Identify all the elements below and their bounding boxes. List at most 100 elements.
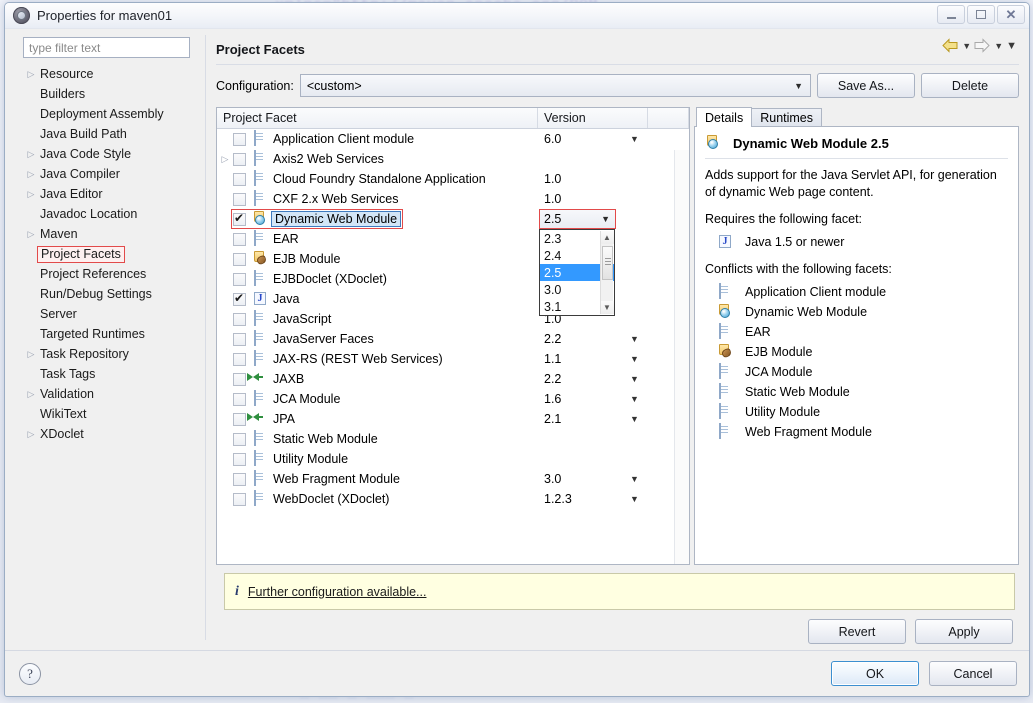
maximize-button[interactable] bbox=[967, 5, 995, 24]
expand-arrow-icon[interactable]: ▷ bbox=[23, 389, 39, 400]
filter-input[interactable]: type filter text bbox=[23, 37, 190, 58]
table-row[interactable]: JavaScript 1.0 bbox=[217, 309, 689, 329]
table-row[interactable]: EJBDoclet (XDoclet) bbox=[217, 269, 689, 289]
table-row-dynamic-web-module[interactable]: Dynamic Web Module 2.5 ▼ 2.3 2.4 2.5 3. bbox=[217, 209, 689, 316]
delete-button[interactable]: Delete bbox=[921, 73, 1019, 98]
facet-checkbox[interactable] bbox=[233, 272, 246, 286]
apply-button[interactable]: Apply bbox=[915, 619, 1013, 644]
facet-checkbox[interactable] bbox=[233, 452, 246, 466]
table-row[interactable]: JCA Module 1.6 ▼ bbox=[217, 389, 689, 409]
tab-runtimes[interactable]: Runtimes bbox=[751, 108, 823, 127]
sidebar-item-deployment-assembly[interactable]: ▷Deployment Assembly bbox=[23, 104, 199, 124]
revert-button[interactable]: Revert bbox=[808, 619, 906, 644]
column-header-version[interactable]: Version bbox=[538, 108, 648, 128]
facet-table-scrollbar[interactable] bbox=[674, 150, 689, 564]
sidebar-item-resource[interactable]: ▷ Resource bbox=[23, 64, 199, 84]
table-row[interactable]: CXF 2.x Web Services 1.0 bbox=[217, 189, 689, 209]
forward-menu-chevron-down-icon[interactable]: ▼ bbox=[994, 41, 1003, 51]
facet-checkbox[interactable] bbox=[233, 372, 246, 386]
pane-divider[interactable] bbox=[205, 35, 206, 640]
sidebar-item-builders[interactable]: ▷Builders bbox=[23, 84, 199, 104]
chevron-down-icon[interactable]: ▼ bbox=[794, 81, 803, 91]
table-row[interactable]: J Java bbox=[217, 289, 689, 309]
facet-checkbox[interactable] bbox=[233, 291, 246, 306]
chevron-down-icon[interactable]: ▼ bbox=[630, 354, 639, 364]
ok-button[interactable]: OK bbox=[831, 661, 919, 686]
sidebar-item-run-debug-settings[interactable]: ▷Run/Debug Settings bbox=[23, 284, 199, 304]
sidebar-item-server[interactable]: ▷Server bbox=[23, 304, 199, 324]
sidebar-item-java-editor[interactable]: ▷ Java Editor bbox=[23, 184, 199, 204]
sidebar-item-xdoclet[interactable]: ▷ XDoclet bbox=[23, 424, 199, 444]
table-row[interactable]: Static Web Module bbox=[217, 429, 689, 449]
expand-arrow-icon[interactable]: ▷ bbox=[23, 189, 39, 200]
table-row[interactable]: EAR bbox=[217, 229, 689, 249]
sidebar-item-targeted-runtimes[interactable]: ▷Targeted Runtimes bbox=[23, 324, 199, 344]
expand-arrow-icon[interactable]: ▷ bbox=[23, 169, 39, 180]
minimize-button[interactable] bbox=[937, 5, 965, 24]
table-row[interactable]: Cloud Foundry Standalone Application 1.0 bbox=[217, 169, 689, 189]
table-row[interactable]: ▷ Axis2 Web Services bbox=[217, 149, 689, 169]
facet-checkbox[interactable] bbox=[233, 132, 246, 146]
sidebar-item-java-build-path[interactable]: ▷Java Build Path bbox=[23, 124, 199, 144]
chevron-down-icon[interactable]: ▼ bbox=[630, 394, 639, 404]
back-arrow-icon[interactable] bbox=[942, 38, 959, 53]
sidebar-item-javadoc-location[interactable]: ▷Javadoc Location bbox=[23, 204, 199, 224]
table-row[interactable]: JAXB 2.2 ▼ bbox=[217, 369, 689, 389]
chevron-down-icon[interactable]: ▼ bbox=[630, 334, 639, 344]
chevron-down-icon[interactable]: ▼ bbox=[601, 214, 610, 224]
facet-row-list[interactable]: Application Client module 6.0 ▼ ▷ Axis2 … bbox=[217, 129, 689, 564]
facet-checkbox[interactable] bbox=[233, 432, 246, 446]
further-configuration-link[interactable]: Further configuration available... bbox=[248, 585, 427, 599]
facet-checkbox[interactable] bbox=[233, 312, 246, 326]
back-menu-chevron-down-icon[interactable]: ▼ bbox=[962, 41, 971, 51]
sidebar-item-java-code-style[interactable]: ▷ Java Code Style bbox=[23, 144, 199, 164]
table-row[interactable]: JavaServer Faces 2.2 ▼ bbox=[217, 329, 689, 349]
expand-arrow-icon[interactable]: ▷ bbox=[23, 229, 39, 240]
facet-checkbox[interactable] bbox=[233, 172, 246, 186]
expand-arrow-icon[interactable]: ▷ bbox=[217, 154, 233, 165]
tab-details[interactable]: Details bbox=[696, 107, 753, 127]
facet-checkbox[interactable] bbox=[233, 492, 246, 506]
chevron-down-icon[interactable]: ▼ bbox=[630, 134, 639, 144]
facet-checkbox[interactable] bbox=[233, 412, 246, 426]
sidebar-item-maven[interactable]: ▷ Maven bbox=[23, 224, 199, 244]
facet-checkbox[interactable] bbox=[233, 232, 246, 246]
chevron-down-icon[interactable]: ▼ bbox=[630, 474, 639, 484]
facet-checkbox[interactable] bbox=[233, 332, 246, 346]
expand-arrow-icon[interactable]: ▷ bbox=[23, 149, 39, 160]
facet-checkbox[interactable] bbox=[233, 152, 246, 166]
chevron-down-icon[interactable]: ▼ bbox=[630, 494, 639, 504]
facet-checkbox[interactable] bbox=[233, 352, 246, 366]
sidebar-item-task-tags[interactable]: ▷Task Tags bbox=[23, 364, 199, 384]
table-row[interactable]: Utility Module bbox=[217, 449, 689, 469]
scroll-up-icon[interactable]: ▲ bbox=[600, 231, 614, 244]
configuration-combo[interactable]: <custom> ▼ bbox=[299, 74, 811, 97]
expand-arrow-icon[interactable]: ▷ bbox=[23, 349, 39, 360]
facet-checkbox[interactable] bbox=[233, 252, 246, 266]
sidebar-item-project-facets[interactable]: ▷Project Facets bbox=[23, 244, 199, 264]
close-button[interactable]: ✕ bbox=[997, 5, 1025, 24]
table-row[interactable]: WebDoclet (XDoclet) 1.2.3 ▼ bbox=[217, 489, 689, 509]
version-combo-editor[interactable]: 2.5 ▼ bbox=[539, 209, 616, 229]
expand-arrow-icon[interactable]: ▷ bbox=[23, 429, 39, 440]
cancel-button[interactable]: Cancel bbox=[929, 661, 1017, 686]
table-row[interactable]: Application Client module 6.0 ▼ bbox=[217, 129, 689, 149]
chevron-down-icon[interactable]: ▼ bbox=[630, 374, 639, 384]
table-row[interactable]: JPA 2.1 ▼ bbox=[217, 409, 689, 429]
help-button[interactable]: ? bbox=[19, 662, 41, 685]
table-row[interactable]: JAX-RS (REST Web Services) 1.1 ▼ bbox=[217, 349, 689, 369]
forward-arrow-icon[interactable] bbox=[974, 38, 991, 53]
version-dropdown-scrollbar[interactable]: ▲ ▼ bbox=[600, 231, 614, 314]
expand-arrow-icon[interactable]: ▷ bbox=[23, 69, 39, 80]
table-row[interactable]: EJB Module bbox=[217, 249, 689, 269]
save-as-button[interactable]: Save As... bbox=[817, 73, 915, 98]
facet-checkbox[interactable] bbox=[233, 211, 246, 226]
sidebar-item-java-compiler[interactable]: ▷ Java Compiler bbox=[23, 164, 199, 184]
sidebar-item-task-repository[interactable]: ▷ Task Repository bbox=[23, 344, 199, 364]
chevron-down-icon[interactable]: ▼ bbox=[630, 414, 639, 424]
column-header-project-facet[interactable]: Project Facet bbox=[217, 108, 538, 128]
facet-checkbox[interactable] bbox=[233, 392, 246, 406]
facet-checkbox[interactable] bbox=[233, 472, 246, 486]
facet-checkbox[interactable] bbox=[233, 192, 246, 206]
page-menu-chevron-down-icon[interactable]: ▼ bbox=[1006, 40, 1017, 52]
